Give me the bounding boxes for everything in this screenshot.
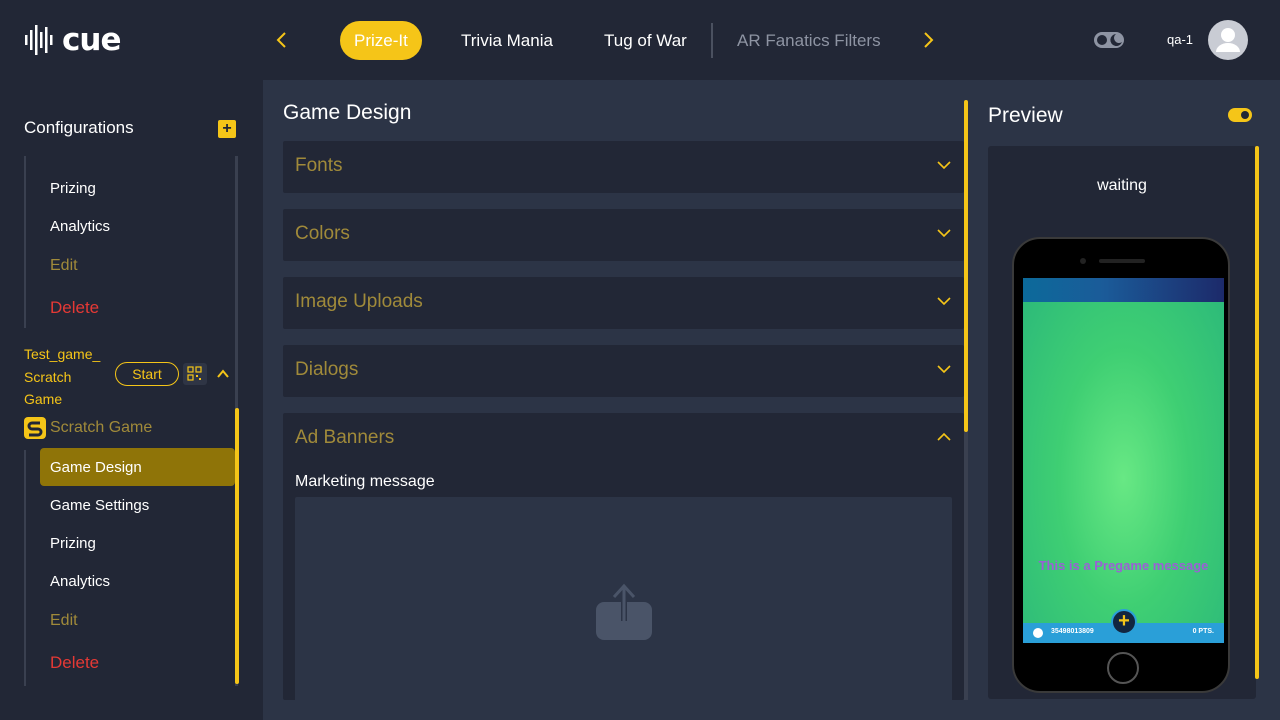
tree-line	[24, 156, 26, 328]
phone-screen: This is a Pregame message 3549801380​9 0…	[1023, 278, 1224, 643]
add-configuration-button[interactable]: +	[218, 120, 236, 138]
chevron-up-icon	[937, 432, 951, 441]
logo-text: cue	[62, 22, 121, 58]
game-name-line: Scratch	[24, 368, 72, 385]
start-game-button[interactable]: Start	[115, 362, 179, 386]
phone-camera	[1080, 258, 1086, 264]
tree-line	[24, 450, 26, 686]
sidebar-item-edit[interactable]: Edit	[50, 257, 78, 275]
chevron-down-icon	[937, 161, 951, 170]
game-name[interactable]: Test_game_ Scratch Game	[24, 343, 108, 411]
preview-panel: waiting This is a Pregame message 354980…	[988, 146, 1256, 699]
tab-prize-it[interactable]: Prize-It	[340, 21, 422, 60]
sidebar-item-delete[interactable]: Delete	[50, 653, 99, 673]
game-name-line: Game	[24, 391, 63, 407]
accordion-label: Colors	[295, 223, 350, 244]
main-scroll-track[interactable]	[964, 432, 968, 700]
accordion-label: Dialogs	[295, 359, 359, 380]
cue-logo[interactable]: cue	[24, 22, 121, 58]
marketing-upload-dropzone[interactable]	[295, 497, 952, 707]
accordion-fonts[interactable]: Fonts	[283, 141, 964, 193]
sidebar-item-label: Game Design	[50, 459, 142, 476]
accordion-image-uploads[interactable]: Image Uploads	[283, 277, 964, 329]
toggle-knob	[1241, 111, 1249, 119]
configurations-title: Configurations	[24, 118, 134, 137]
person-icon	[1216, 28, 1240, 52]
chevron-down-icon	[937, 365, 951, 374]
tab-ar-fanatics-filters[interactable]: AR Fanatics Filters	[737, 21, 881, 60]
phone-mockup: This is a Pregame message 3549801380​9 0…	[1012, 237, 1230, 693]
preview-scrollbar[interactable]	[1255, 146, 1259, 679]
accordion-label: Ad Banners	[295, 427, 395, 448]
tab-trivia-mania[interactable]: Trivia Mania	[461, 21, 553, 60]
sidebar-item-prizing[interactable]: Prizing	[50, 180, 96, 197]
sidebar-item-analytics[interactable]: Analytics	[50, 218, 110, 235]
preview-status: waiting	[1097, 177, 1147, 194]
plus-icon[interactable]: +	[1111, 609, 1137, 635]
preview-toggle[interactable]	[1228, 108, 1252, 122]
tab-divider	[711, 23, 713, 58]
preview-title: Preview	[988, 104, 1063, 127]
chevron-left-icon[interactable]	[272, 28, 292, 52]
sidebar-item-game-settings[interactable]: Game Settings	[50, 497, 149, 514]
phone-home-button	[1107, 652, 1139, 684]
game-header-banner	[1023, 278, 1224, 302]
user-name[interactable]: qa-1	[1167, 32, 1193, 47]
sidebar: Configurations + Prizing Analytics Edit …	[0, 80, 262, 720]
tab-tug-of-war[interactable]: Tug of War	[604, 21, 687, 60]
accordion-ad-banners[interactable]: Ad Banners Marketing message	[283, 413, 964, 707]
user-avatar[interactable]	[1208, 20, 1248, 60]
sidebar-item-edit[interactable]: Edit	[50, 612, 78, 630]
main-scrollbar[interactable]	[964, 100, 968, 432]
scratch-logo-icon	[24, 417, 46, 439]
chevron-up-icon[interactable]	[214, 366, 232, 382]
accordion-colors[interactable]: Colors	[283, 209, 964, 261]
chevron-down-icon	[937, 229, 951, 238]
game-name-line: Test_game_	[24, 346, 101, 362]
accordion-label: Image Uploads	[295, 291, 423, 312]
top-bar: cue Prize-It Trivia Mania Tug of War AR …	[0, 0, 1280, 80]
accordion-label: Fonts	[295, 155, 343, 176]
pregame-message: This is a Pregame message	[1038, 558, 1209, 573]
chevron-right-icon[interactable]	[918, 28, 938, 52]
info-icon[interactable]	[1033, 628, 1043, 638]
phone-speaker	[1099, 259, 1145, 263]
chevron-down-icon	[937, 297, 951, 306]
sidebar-scrollbar[interactable]	[235, 408, 239, 684]
sidebar-item-analytics[interactable]: Analytics	[50, 573, 110, 590]
footer-points: 0 PTS.	[1192, 628, 1214, 635]
accordion-dialogs[interactable]: Dialogs	[283, 345, 964, 397]
marketing-message-label: Marketing message	[295, 473, 435, 490]
sidebar-item-prizing[interactable]: Prizing	[50, 535, 96, 552]
sidebar-item-delete[interactable]: Delete	[50, 298, 99, 318]
scratch-game-label: Scratch Game	[50, 419, 153, 436]
upload-icon[interactable]	[595, 583, 653, 641]
waveform-logo-icon	[25, 25, 53, 55]
footer-user-id: 3549801380​9	[1051, 628, 1094, 635]
scratch-game-type: Scratch Game	[24, 417, 152, 439]
page-title: Game Design	[283, 101, 412, 124]
dark-mode-toggle-icon[interactable]	[1094, 30, 1124, 50]
qr-code-button[interactable]	[183, 363, 207, 385]
qr-code-icon	[187, 366, 202, 381]
main-content: Game Design Fonts Colors Image Uploads D…	[263, 80, 1280, 720]
